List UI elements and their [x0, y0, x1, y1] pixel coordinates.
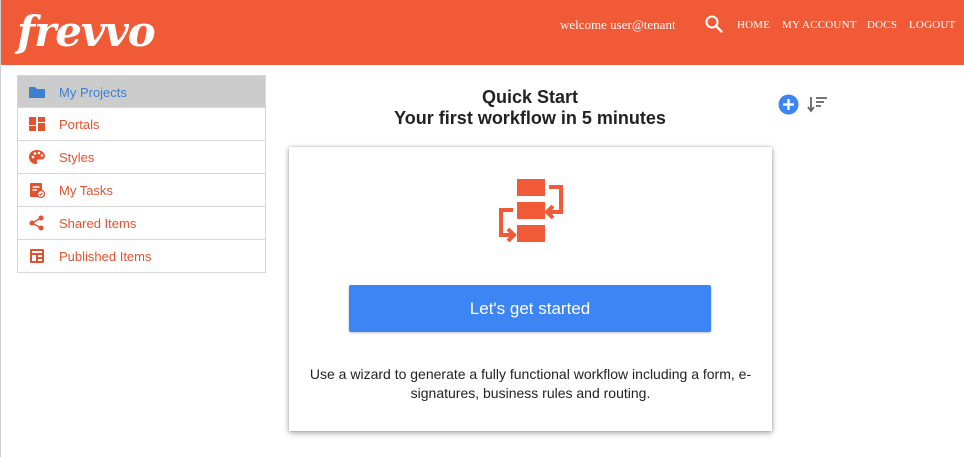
- sort-icon[interactable]: [807, 95, 829, 113]
- card-description: Use a wizard to generate a fully functio…: [309, 366, 752, 401]
- nav-logout-link[interactable]: LOGOUT: [909, 19, 955, 31]
- tasks-icon: [30, 183, 46, 198]
- sidebar-item-shared-items[interactable]: Shared Items: [17, 207, 266, 240]
- palette-icon: [29, 150, 45, 164]
- get-started-button[interactable]: Let's get started: [349, 285, 711, 332]
- frevvo-logo[interactable]: frevvo: [17, 8, 156, 56]
- welcome-text: welcome user@tenant: [560, 17, 676, 32]
- sidebar-item-label: My Tasks: [59, 183, 113, 198]
- nav-home-link[interactable]: HOME: [737, 19, 770, 31]
- sidebar-item-styles[interactable]: Styles: [17, 141, 266, 174]
- published-icon: [30, 249, 44, 263]
- nav-docs-link[interactable]: DOCS: [867, 19, 897, 31]
- sidebar-item-my-tasks[interactable]: My Tasks: [17, 174, 266, 207]
- share-icon: [29, 215, 44, 231]
- sidebar-item-label: Styles: [59, 150, 95, 165]
- top-header: frevvo welcome user@tenant HOME MY ACCOU…: [1, 0, 964, 65]
- add-circle-icon[interactable]: [778, 94, 799, 115]
- nav-my-account-link[interactable]: MY ACCOUNT: [782, 19, 857, 31]
- sidebar-item-label: Shared Items: [59, 216, 137, 231]
- sidebar-item-label: Published Items: [59, 249, 152, 264]
- quick-start-card: Let's get started Use a wizard to genera…: [289, 147, 772, 431]
- workflow-icon: [499, 179, 563, 243]
- search-icon[interactable]: [704, 14, 724, 34]
- sidebar-item-published-items[interactable]: Published Items: [17, 240, 266, 273]
